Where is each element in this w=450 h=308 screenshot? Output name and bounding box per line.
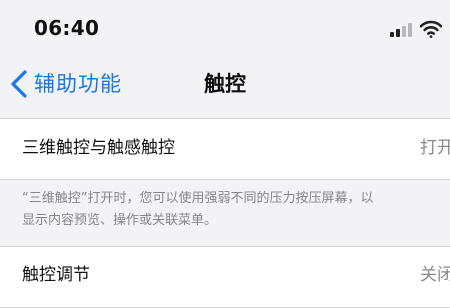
touch-accommodations-row[interactable]: 触控调节 关闭: [0, 246, 450, 308]
3d-touch-footer-line2: 显示内容预览、操作或关联菜单。: [22, 213, 218, 228]
3d-touch-footer: “三维触控”打开时，您可以使用强弱不同的压力按压屏幕，以 显示内容预览、操作或关…: [22, 188, 450, 232]
3d-touch-label: 三维触控与触感触控: [22, 138, 175, 158]
3d-touch-row[interactable]: 三维触控与触感触控 打开: [0, 118, 450, 180]
navigation-bar: 辅助功能 触控: [0, 52, 450, 114]
status-time: 06:40: [34, 16, 100, 40]
cellular-signal-icon: [390, 23, 412, 37]
status-bar: 06:40: [0, 0, 450, 52]
touch-accommodations-label: 触控调节: [22, 265, 90, 285]
touch-accommodations-value: 关闭: [420, 265, 450, 285]
3d-touch-value: 打开: [420, 138, 450, 158]
3d-touch-footer-line1: “三维触控”打开时，您可以使用强弱不同的压力按压屏幕，以: [22, 191, 374, 206]
wifi-icon: [420, 20, 442, 38]
page-title: 触控: [204, 72, 246, 96]
